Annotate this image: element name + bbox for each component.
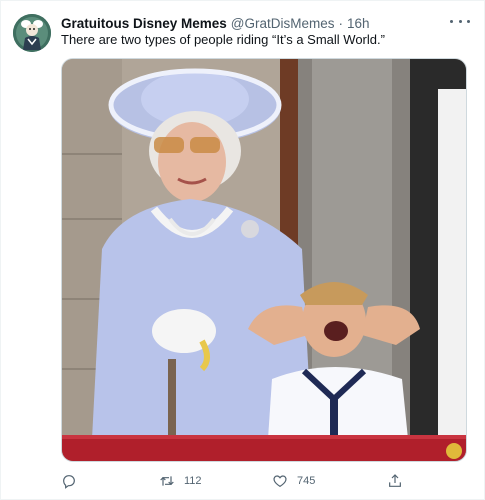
- avatar[interactable]: [13, 14, 51, 52]
- share-icon: [389, 474, 401, 487]
- tweet-actions: 112 745: [61, 471, 467, 491]
- more-dot: [450, 19, 453, 23]
- reply-icon: [63, 475, 75, 489]
- tweet-card[interactable]: Gratuitous Disney Memes @GratDisMemes · …: [0, 0, 485, 500]
- disney-character-avatar-icon: [13, 14, 51, 52]
- like-button[interactable]: 745: [272, 471, 315, 491]
- like-count: 745: [297, 475, 316, 487]
- tweet-header: Gratuitous Disney Memes @GratDisMemes · …: [61, 13, 370, 33]
- more-dot: [467, 19, 470, 23]
- tweet-text: There are two types of people riding “It…: [61, 32, 385, 47]
- author-handle[interactable]: @GratDisMemes: [231, 16, 335, 31]
- retweet-count: 112: [184, 475, 202, 487]
- more-options-icon[interactable]: [450, 13, 470, 29]
- retweet-button[interactable]: 112: [159, 471, 202, 491]
- heart-icon: [273, 475, 287, 488]
- share-button[interactable]: [387, 471, 403, 491]
- reply-button[interactable]: [61, 471, 77, 491]
- tweet-timestamp[interactable]: 16h: [347, 16, 370, 31]
- retweet-icon: [160, 476, 174, 486]
- separator-dot: ·: [338, 15, 344, 31]
- author-name[interactable]: Gratuitous Disney Memes: [61, 16, 227, 31]
- more-dot: [458, 19, 462, 23]
- tweet-photo[interactable]: [61, 58, 467, 462]
- photo-icon: [62, 59, 466, 461]
